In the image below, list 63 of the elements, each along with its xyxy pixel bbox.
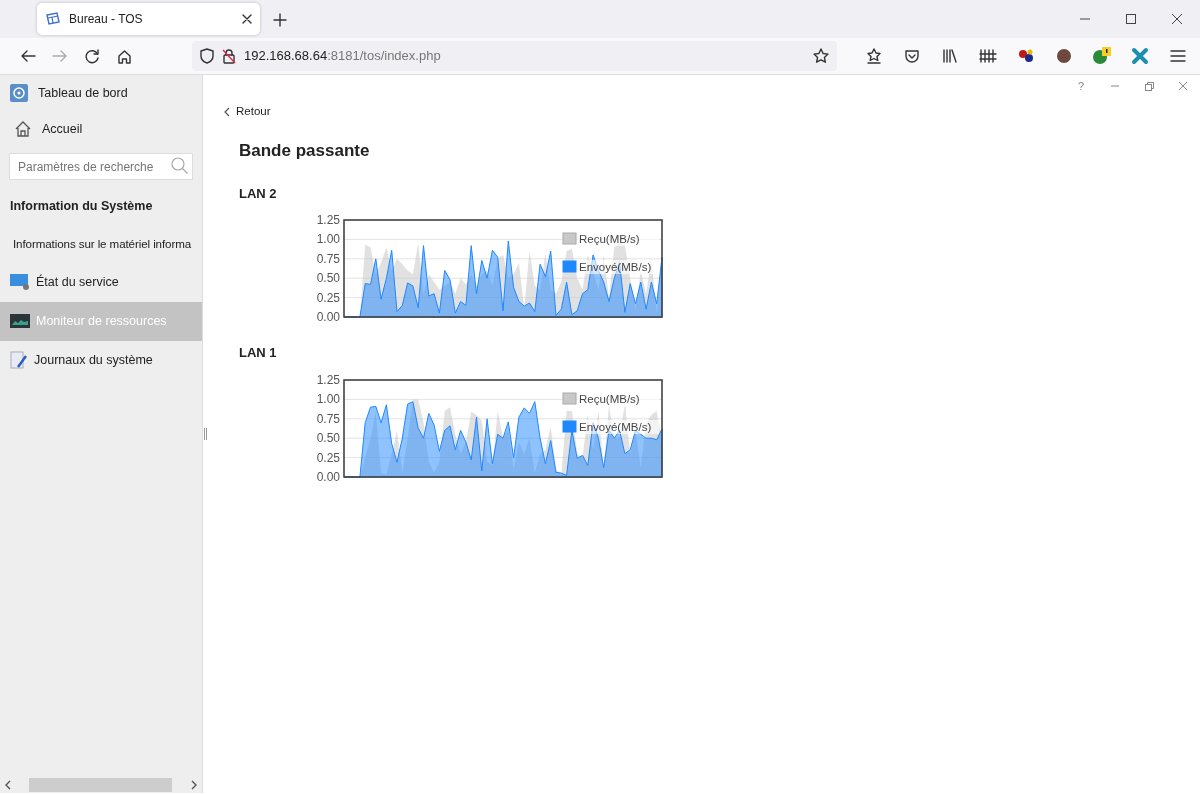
legend-label: Envoyé(MB/s) [579, 420, 652, 433]
sidebar-item[interactable]: Informations sur le matériel informa [0, 224, 202, 263]
library-icon[interactable] [942, 48, 958, 64]
browser-tab[interactable]: Bureau - TOS [37, 3, 260, 35]
axis-tick-label: 1.00 [316, 232, 340, 247]
axis-tick-label: 0.75 [316, 411, 340, 426]
section-label: LAN 2 [239, 184, 278, 203]
activity-monitor-icon [10, 313, 30, 330]
section-heading: Information du Système [9, 198, 154, 215]
maximize-icon[interactable] [1126, 14, 1136, 24]
pocket-icon[interactable] [904, 48, 920, 64]
address-bar[interactable]: 192.168.68.64:8181/tos/index.php [192, 41, 837, 71]
round-extension-icon[interactable] [1056, 48, 1072, 64]
axis-tick-label: 0.00 [316, 310, 340, 324]
restore-icon[interactable] [1144, 81, 1154, 91]
page-title: Bande passante [239, 140, 371, 163]
insecure-lock-icon [222, 48, 236, 64]
axis-tick-label: 0.25 [316, 450, 340, 465]
url-text: 192.168.68.64:8181/tos/index.php [244, 47, 441, 66]
reload-icon[interactable] [84, 48, 100, 64]
help-button[interactable]: ? [1064, 77, 1098, 95]
axis-tick-label: 0.75 [316, 252, 340, 267]
axis-tick-label: 1.25 [316, 372, 340, 387]
save-to-account-icon[interactable] [866, 48, 882, 64]
splitter-handle-icon[interactable] [204, 428, 207, 440]
monitor-icon [10, 273, 30, 292]
search-field[interactable]: Paramètres de recherche [9, 153, 193, 180]
bookmark-star-icon[interactable] [813, 48, 829, 64]
axis-tick-label: 0.00 [316, 469, 340, 483]
section-label: LAN 1 [239, 344, 278, 363]
back-link[interactable]: Retour [224, 103, 271, 121]
sidebar-item[interactable]: Journaux du système [0, 340, 202, 380]
scrollbar-thumb[interactable] [29, 778, 172, 792]
fence-icon[interactable] [979, 48, 997, 64]
axis-tick-label: 1.00 [316, 392, 340, 407]
back-arrow-icon[interactable] [20, 49, 36, 63]
colored-balls-icon[interactable] [1017, 48, 1035, 64]
globe-warning-icon[interactable] [1092, 47, 1112, 65]
axis-tick-label: 0.50 [316, 271, 340, 286]
legend-label: Reçu(MB/s) [579, 233, 640, 246]
sidebar-item[interactable]: État du service [0, 262, 202, 302]
dashboard-gear-icon [10, 84, 28, 102]
home-icon[interactable] [116, 48, 132, 64]
window-icon [45, 11, 61, 27]
axis-tick-label: 0.25 [316, 290, 340, 305]
sidebar-item[interactable]: Tableau de bord [0, 75, 202, 111]
legend-label: Envoyé(MB/s) [579, 261, 652, 274]
legend-label: Reçu(MB/s) [579, 392, 640, 405]
shield-icon [200, 48, 214, 64]
new-tab-icon[interactable] [273, 13, 287, 27]
tab-title: Bureau - TOS [69, 11, 144, 28]
sidebar-item[interactable]: Accueil [0, 111, 202, 147]
chevron-left-icon [224, 106, 230, 117]
menu-icon[interactable] [1170, 49, 1186, 63]
axis-tick-label: 1.25 [316, 213, 340, 228]
scroll-right-icon[interactable] [189, 780, 199, 790]
scroll-left-icon[interactable] [3, 780, 13, 790]
home-icon [14, 120, 32, 138]
close-icon[interactable] [1172, 14, 1182, 24]
puzzle-cross-icon[interactable] [1131, 47, 1149, 65]
document-pen-icon [10, 351, 28, 370]
close-icon[interactable] [242, 14, 252, 24]
axis-tick-label: 0.50 [316, 430, 340, 445]
